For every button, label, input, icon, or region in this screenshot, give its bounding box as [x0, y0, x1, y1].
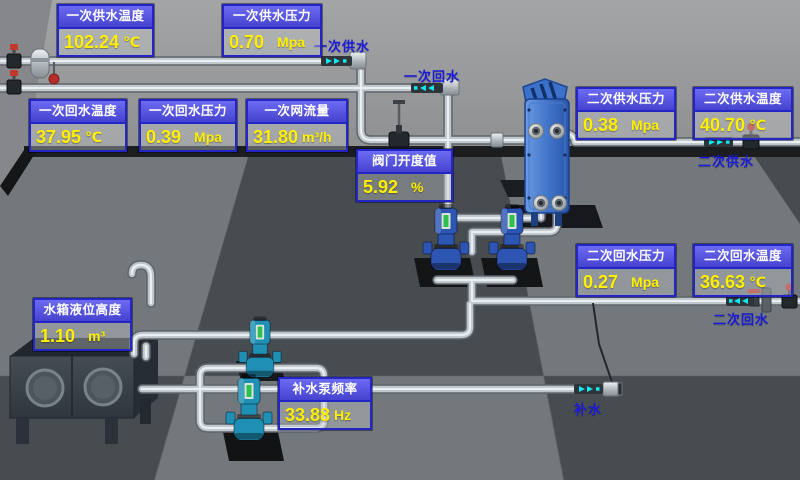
gauge-unit: ℃: [749, 274, 766, 291]
gauge-tank-level: 水箱液位高度 1.10 m³: [33, 298, 132, 351]
gauge-value: 31.80: [253, 127, 298, 148]
gauge-secondary-supply-temp: 二次供水温度 40.70℃: [693, 87, 793, 140]
gauge-unit: ℃: [123, 34, 140, 51]
gauge-value: 5.92: [363, 177, 398, 198]
gauge-value: 0.70: [229, 32, 264, 53]
gauge-title: 补水泵频率: [280, 379, 370, 402]
gauge-unit: Mpa: [631, 117, 659, 133]
gauge-primary-return-pressure: 一次回水压力 0.39 Mpa: [139, 99, 237, 152]
gauge-value: 36.63: [700, 272, 745, 293]
gauge-title: 一次回水压力: [141, 101, 235, 124]
gauge-primary-supply-pressure: 一次供水压力 0.70 Mpa: [222, 4, 322, 57]
gauge-title: 阀门开度值: [358, 151, 451, 174]
flow-arrows-secondary-return-icon: [726, 296, 754, 306]
gauge-unit: Mpa: [277, 34, 305, 50]
gauge-title: 一次供水压力: [224, 6, 320, 29]
plant-scene: [0, 0, 800, 480]
gauge-title: 二次回水压力: [578, 246, 674, 269]
pipe-label-secondary-supply: 二次供水: [698, 151, 754, 170]
gauge-title: 二次回水温度: [695, 246, 791, 269]
gauge-value: 102.24: [64, 32, 119, 53]
tank-leg: [105, 418, 118, 444]
gauge-valve-opening: 阀门开度值 5.92%: [356, 149, 453, 202]
pipe-label-primary-supply: 一次供水: [314, 36, 370, 55]
gauge-value: 0.39: [146, 127, 181, 148]
gauge-primary-return-temp: 一次回水温度 37.95℃: [29, 99, 127, 152]
gauge-title: 一次网流量: [248, 101, 346, 124]
gauge-unit: Mpa: [194, 129, 222, 145]
gauge-value: 0.38: [583, 115, 618, 136]
gauge-unit: ℃: [749, 117, 766, 134]
flow-arrows-primary-supply-icon: [321, 56, 352, 66]
gauge-secondary-return-temp: 二次回水温度 36.63℃: [693, 244, 793, 297]
gauge-secondary-supply-pressure: 二次供水压力 0.38 Mpa: [576, 87, 676, 140]
strainer: [31, 49, 49, 78]
gauge-unit: Hz: [334, 407, 351, 423]
gauge-title: 一次供水温度: [59, 6, 152, 29]
gauge-unit: Mpa: [631, 274, 659, 290]
gauge-primary-supply-temp: 一次供水温度 102.24℃: [57, 4, 154, 57]
pipe-label-primary-return: 一次回水: [404, 66, 460, 85]
tank-leg: [140, 398, 151, 424]
gauge-value: 37.95: [36, 127, 81, 148]
gauge-primary-network-flow: 一次网流量 31.80m³/h: [246, 99, 348, 152]
gauge-value: 40.70: [700, 115, 745, 136]
gauge-unit: %: [411, 179, 423, 195]
gauge-title: 二次供水温度: [695, 89, 791, 112]
gauge-value: 0.27: [583, 272, 618, 293]
flow-arrows-makeup-icon: [574, 384, 603, 394]
pipe-label-secondary-return: 二次回水: [713, 309, 769, 328]
gauge-secondary-return-pressure: 二次回水压力 0.27 Mpa: [576, 244, 676, 297]
gauge-title: 一次回水温度: [31, 101, 125, 124]
gauge-value: 1.10: [40, 326, 75, 347]
gauge-unit: ℃: [85, 129, 102, 146]
hmi-screen: 一次供水 一次回水 二次供水 二次回水 补水 一次供水温度 102.24℃ 一次…: [0, 0, 800, 480]
gauge-unit: m³/h: [302, 129, 332, 145]
gauge-title: 水箱液位高度: [35, 300, 130, 323]
pipe-label-makeup-water: 补水: [574, 399, 602, 418]
tank-leg: [16, 418, 29, 444]
gauge-makeup-pump-frequency: 补水泵频率 33.88Hz: [278, 377, 372, 430]
gauge-value: 33.88: [285, 405, 330, 426]
gauge-title: 二次供水压力: [578, 89, 674, 112]
plate-heat-exchanger: [523, 79, 569, 226]
makeup-riser-line: [593, 303, 614, 388]
gauge-unit: m³: [88, 328, 105, 344]
